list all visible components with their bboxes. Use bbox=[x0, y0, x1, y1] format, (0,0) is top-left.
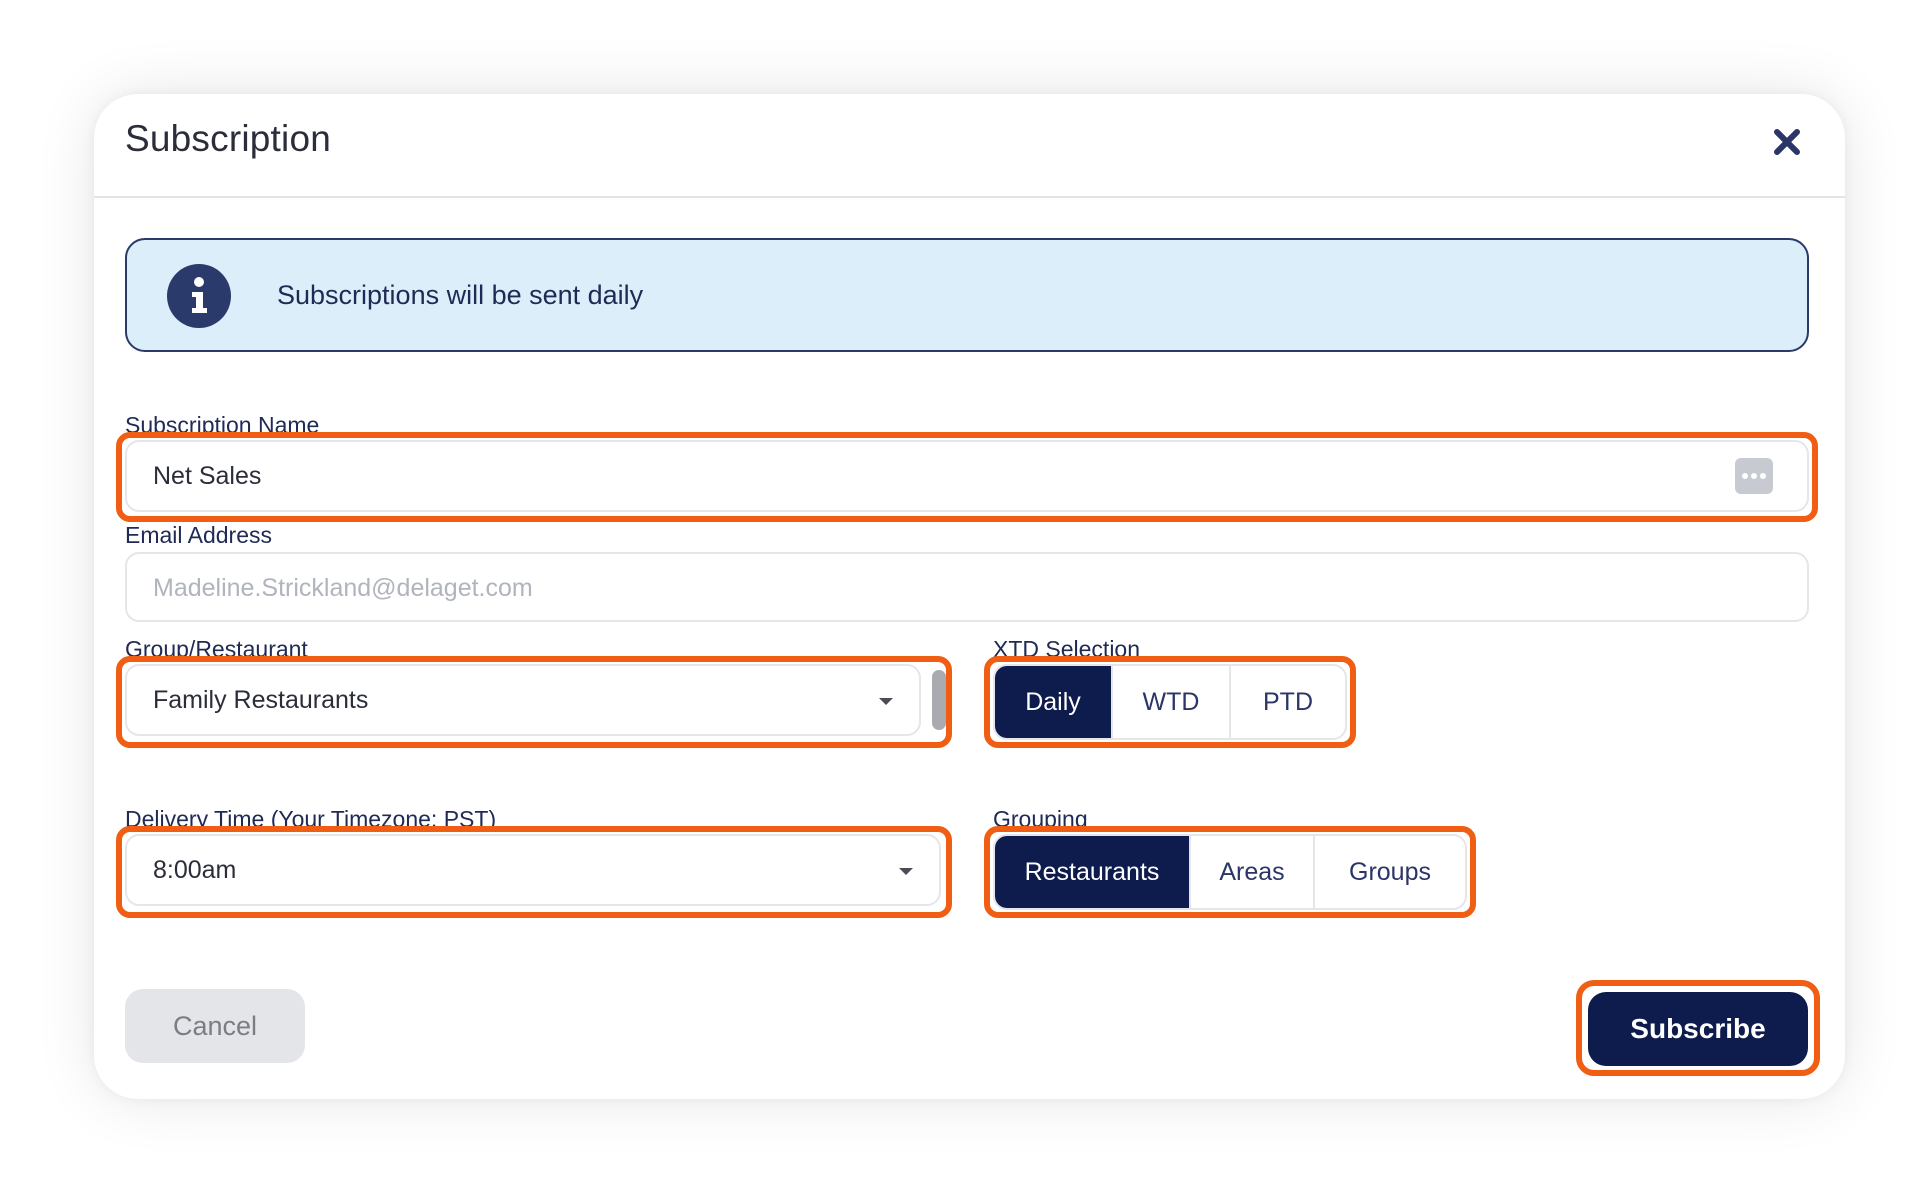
chevron-down-icon bbox=[879, 698, 893, 705]
more-options-icon[interactable] bbox=[1735, 458, 1773, 494]
group-restaurant-select[interactable]: Family Restaurants bbox=[125, 664, 921, 736]
grouping-toggle: Restaurants Areas Groups bbox=[993, 834, 1467, 910]
subscription-name-input[interactable]: Net Sales bbox=[125, 440, 1809, 512]
subscribe-button[interactable]: Subscribe bbox=[1588, 992, 1808, 1066]
close-icon bbox=[1774, 129, 1800, 155]
xtd-option-daily[interactable]: Daily bbox=[995, 666, 1113, 738]
info-banner: Subscriptions will be sent daily bbox=[125, 238, 1809, 352]
subscription-name-label: Subscription Name bbox=[125, 412, 320, 438]
delivery-time-label: Delivery Time (Your Timezone: PST) bbox=[125, 806, 497, 832]
delivery-time-value: 8:00am bbox=[153, 856, 237, 884]
subscription-modal: Subscription Subscriptions will be sent … bbox=[94, 94, 1845, 1099]
group-restaurant-value: Family Restaurants bbox=[153, 686, 369, 714]
grouping-option-areas[interactable]: Areas bbox=[1191, 836, 1315, 908]
subscription-name-value: Net Sales bbox=[153, 462, 262, 490]
email-label: Email Address bbox=[125, 522, 273, 548]
group-restaurant-label: Group/Restaurant bbox=[125, 636, 308, 662]
info-icon bbox=[167, 264, 231, 328]
scrollbar-thumb[interactable] bbox=[932, 670, 946, 730]
grouping-option-groups[interactable]: Groups bbox=[1315, 836, 1465, 908]
grouping-label: Grouping bbox=[993, 806, 1088, 832]
close-button[interactable] bbox=[1769, 124, 1805, 160]
xtd-option-wtd[interactable]: WTD bbox=[1113, 666, 1231, 738]
delivery-time-select[interactable]: 8:00am bbox=[125, 834, 941, 906]
email-placeholder: Madeline.Strickland@delaget.com bbox=[153, 574, 533, 602]
banner-text: Subscriptions will be sent daily bbox=[277, 280, 644, 310]
cancel-button[interactable]: Cancel bbox=[125, 989, 305, 1063]
modal-header: Subscription bbox=[94, 94, 1845, 198]
chevron-down-icon bbox=[899, 868, 913, 875]
modal-title: Subscription bbox=[125, 118, 332, 159]
email-field[interactable]: Madeline.Strickland@delaget.com bbox=[125, 552, 1809, 622]
grouping-option-restaurants[interactable]: Restaurants bbox=[995, 836, 1191, 908]
xtd-option-ptd[interactable]: PTD bbox=[1231, 666, 1345, 738]
xtd-selection-toggle: Daily WTD PTD bbox=[993, 664, 1347, 740]
xtd-selection-label: XTD Selection bbox=[993, 636, 1141, 662]
